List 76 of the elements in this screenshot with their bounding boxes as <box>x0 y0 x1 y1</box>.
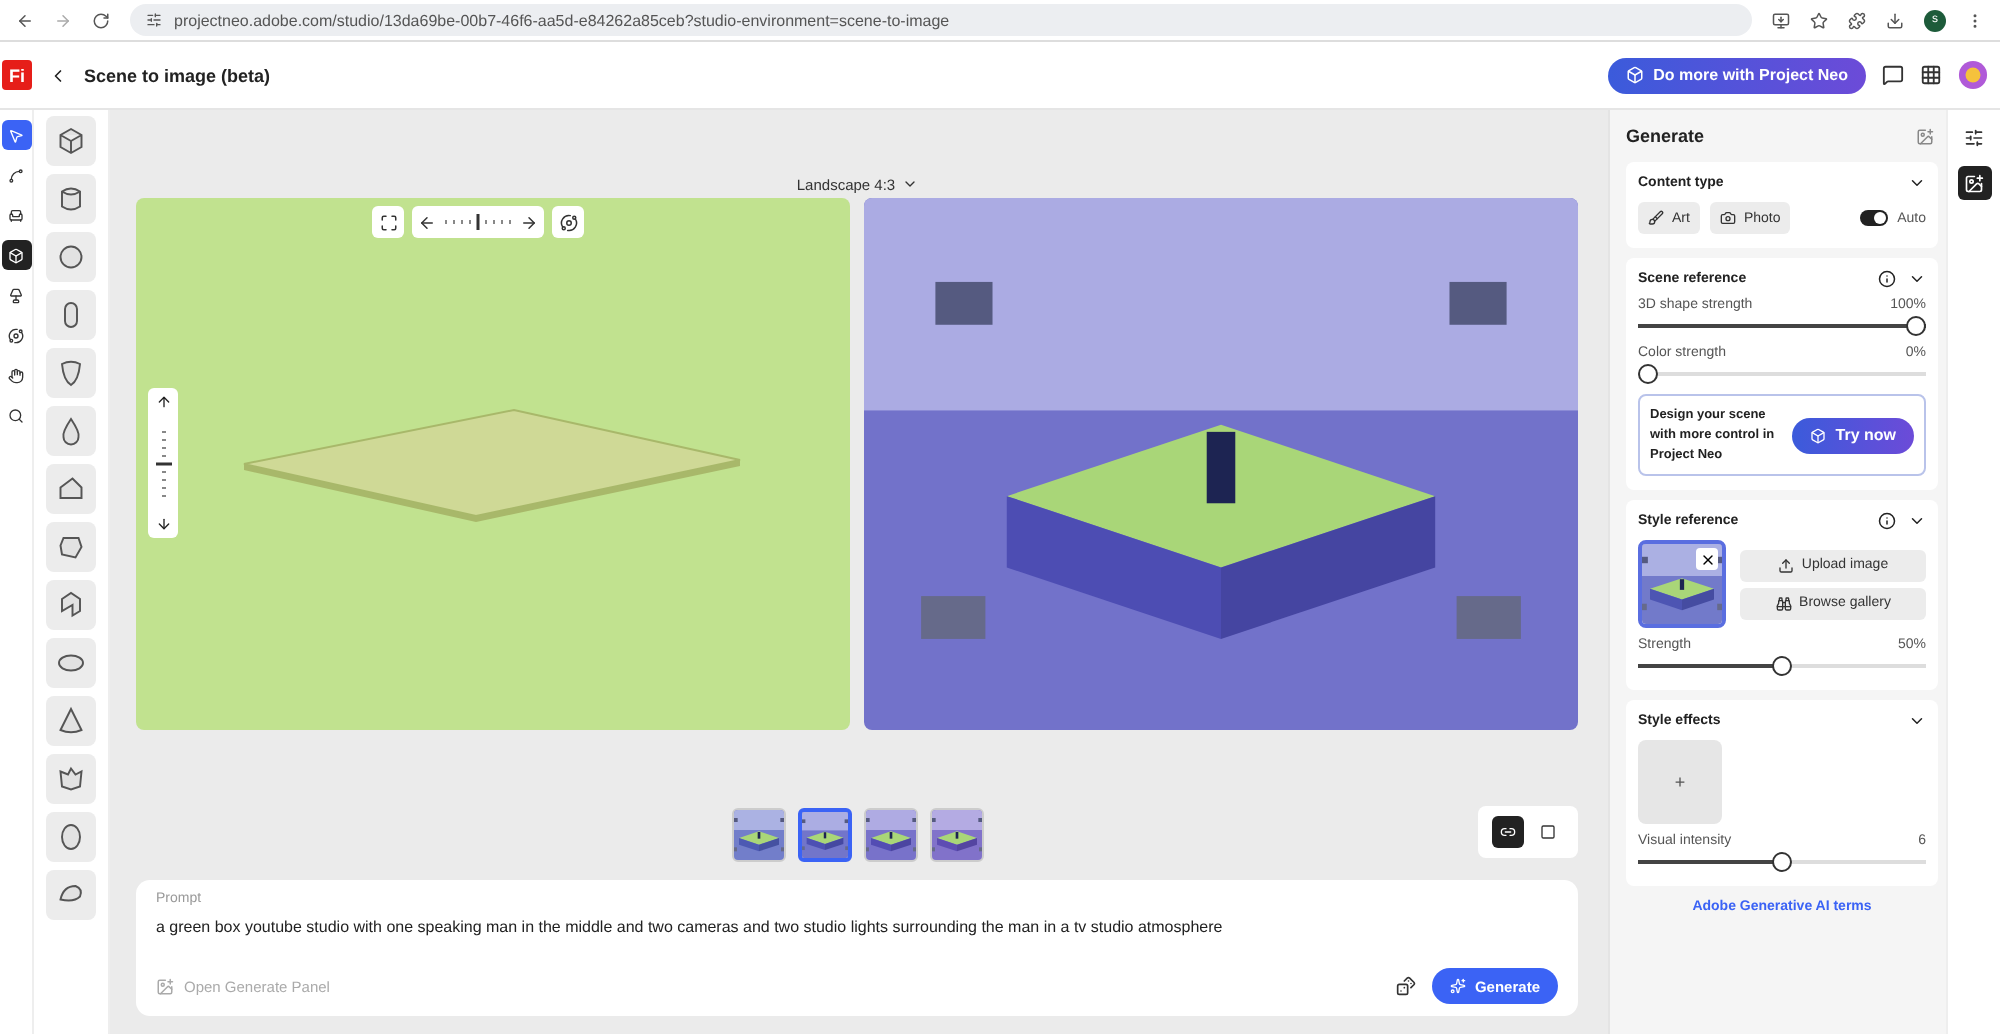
slider-track[interactable] <box>1638 364 1926 384</box>
cone-icon[interactable] <box>46 696 96 746</box>
frame-icon <box>379 213 397 231</box>
chevron-icon[interactable] <box>1908 174 1926 192</box>
rotate-slider[interactable] <box>412 206 544 238</box>
tick-scale-icon <box>442 214 514 230</box>
apps-icon[interactable] <box>1920 64 1942 86</box>
back-icon[interactable] <box>16 11 34 29</box>
frame-button[interactable] <box>372 206 404 238</box>
dice-icon[interactable] <box>1396 976 1417 996</box>
brush-icon <box>1648 210 1664 226</box>
pointer-icon[interactable] <box>1 120 31 150</box>
try-now-button[interactable]: Try now <box>1791 417 1914 454</box>
site-settings-icon[interactable] <box>146 12 162 28</box>
slider-track[interactable] <box>1638 852 1926 873</box>
cube-icon[interactable] <box>46 116 96 166</box>
wedge-icon[interactable] <box>46 464 96 514</box>
chevron-icon[interactable] <box>1908 270 1926 288</box>
link-icon <box>1500 824 1516 840</box>
arrow-right-icon <box>520 213 538 231</box>
image-plus-icon <box>156 977 174 995</box>
thumbnail[interactable] <box>797 807 851 861</box>
tick-scale-icon <box>155 427 171 499</box>
install-icon[interactable] <box>1772 11 1790 29</box>
camera-reset-button[interactable] <box>552 206 584 238</box>
info-icon[interactable] <box>1878 512 1896 531</box>
upload-icon <box>1777 557 1794 574</box>
arrow-up-icon <box>155 394 171 410</box>
sparkle-icon <box>1450 978 1467 994</box>
download-icon[interactable] <box>1886 11 1904 29</box>
camera-icon <box>1719 210 1736 226</box>
slider-thumb[interactable] <box>1906 316 1926 336</box>
panel-title: Generate <box>1626 126 1705 146</box>
feedback-icon[interactable] <box>1882 64 1904 86</box>
cylinder-icon[interactable] <box>46 174 96 224</box>
square-icon <box>1540 824 1556 840</box>
chevron-icon <box>901 176 918 192</box>
capsule-icon[interactable] <box>46 290 96 340</box>
slider-thumb[interactable] <box>1772 656 1792 677</box>
arrow-down-icon <box>155 516 171 532</box>
cube-icon <box>1809 427 1826 444</box>
style-thumbnail[interactable] <box>1638 540 1726 629</box>
torus-icon[interactable] <box>46 638 96 688</box>
egg-icon[interactable] <box>46 812 96 862</box>
promo-button[interactable]: Do more with Project Neo <box>1607 57 1866 93</box>
slider-thumb[interactable] <box>1772 852 1792 873</box>
slider-track[interactable] <box>1638 316 1926 336</box>
auto-toggle[interactable] <box>1859 210 1888 226</box>
app-logo: Fi <box>2 60 32 90</box>
slider-thumb[interactable] <box>1638 364 1658 384</box>
image-plus-icon[interactable] <box>1957 166 1991 200</box>
binoculars-icon <box>1775 595 1792 612</box>
add-effect-button[interactable]: + <box>1638 740 1722 825</box>
url-text: projectneo.adobe.com/studio/13da69be-00b7-46f6-aa5d-e84262a85ceb?studio-environment=scene-to-image <box>174 11 950 29</box>
blob-icon[interactable] <box>46 870 96 920</box>
close-button[interactable] <box>1696 548 1718 571</box>
cube-icon <box>1625 66 1644 84</box>
drop-icon[interactable] <box>46 406 96 456</box>
bookmark-icon[interactable] <box>1810 11 1828 29</box>
crown-icon[interactable] <box>46 754 96 804</box>
info-icon[interactable] <box>1878 270 1896 288</box>
arrow-left-icon <box>418 213 436 231</box>
tilt-slider[interactable] <box>148 388 178 538</box>
reload-icon[interactable] <box>92 11 110 29</box>
page-title: Scene to image (beta) <box>84 65 271 85</box>
profile-icon[interactable] <box>1958 60 1988 90</box>
cup-icon[interactable] <box>46 348 96 398</box>
slider-track[interactable] <box>1638 656 1926 677</box>
extensions-icon[interactable] <box>1848 11 1866 29</box>
split-view-button[interactable] <box>1492 816 1524 848</box>
address-bar[interactable]: projectneo.adobe.com/studio/13da69be-00b7-46f6-aa5d-e84262a85ceb?studio-environment=scene-to-image <box>130 4 1752 36</box>
orbit-icon <box>559 213 577 231</box>
cube-icon[interactable] <box>1 240 31 270</box>
prompt-text: a green box youtube studio with one speaking man in the middle and two cameras and two studio lights surrounding the man in a tv studio atmosphere <box>156 918 1225 936</box>
panel-icon[interactable] <box>1916 127 1934 145</box>
close-icon <box>1699 551 1715 568</box>
